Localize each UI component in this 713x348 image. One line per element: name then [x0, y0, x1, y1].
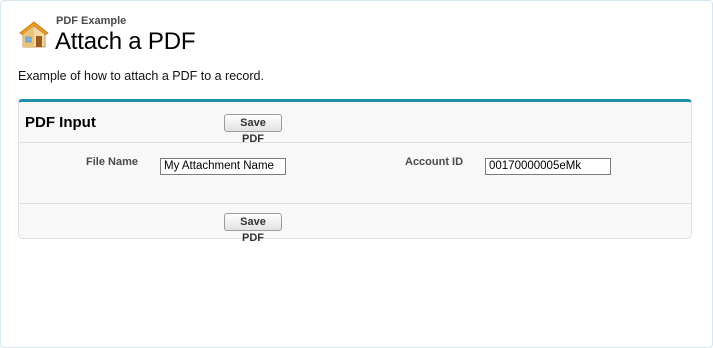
pdf-input-block: PDF Input Save PDF File Name My Attachme… — [18, 99, 692, 244]
file-name-label: File Name — [86, 156, 138, 168]
home-icon — [19, 21, 49, 48]
save-pdf-button-top[interactable]: Save PDF — [224, 114, 282, 145]
file-name-input[interactable]: My Attachment Name — [160, 158, 286, 175]
account-id-input[interactable]: 00170000005eMk — [485, 158, 611, 175]
page-title: Attach a PDF — [55, 28, 196, 55]
save-pdf-button-bottom[interactable]: Save PDF — [224, 213, 282, 244]
section-divider-bottom — [19, 203, 691, 204]
page-description: Example of how to attach a PDF to a reco… — [18, 69, 264, 83]
page-subtitle: PDF Example — [56, 15, 127, 27]
account-id-label: Account ID — [405, 156, 464, 168]
block-title: PDF Input — [25, 114, 96, 131]
section-divider — [19, 142, 691, 143]
